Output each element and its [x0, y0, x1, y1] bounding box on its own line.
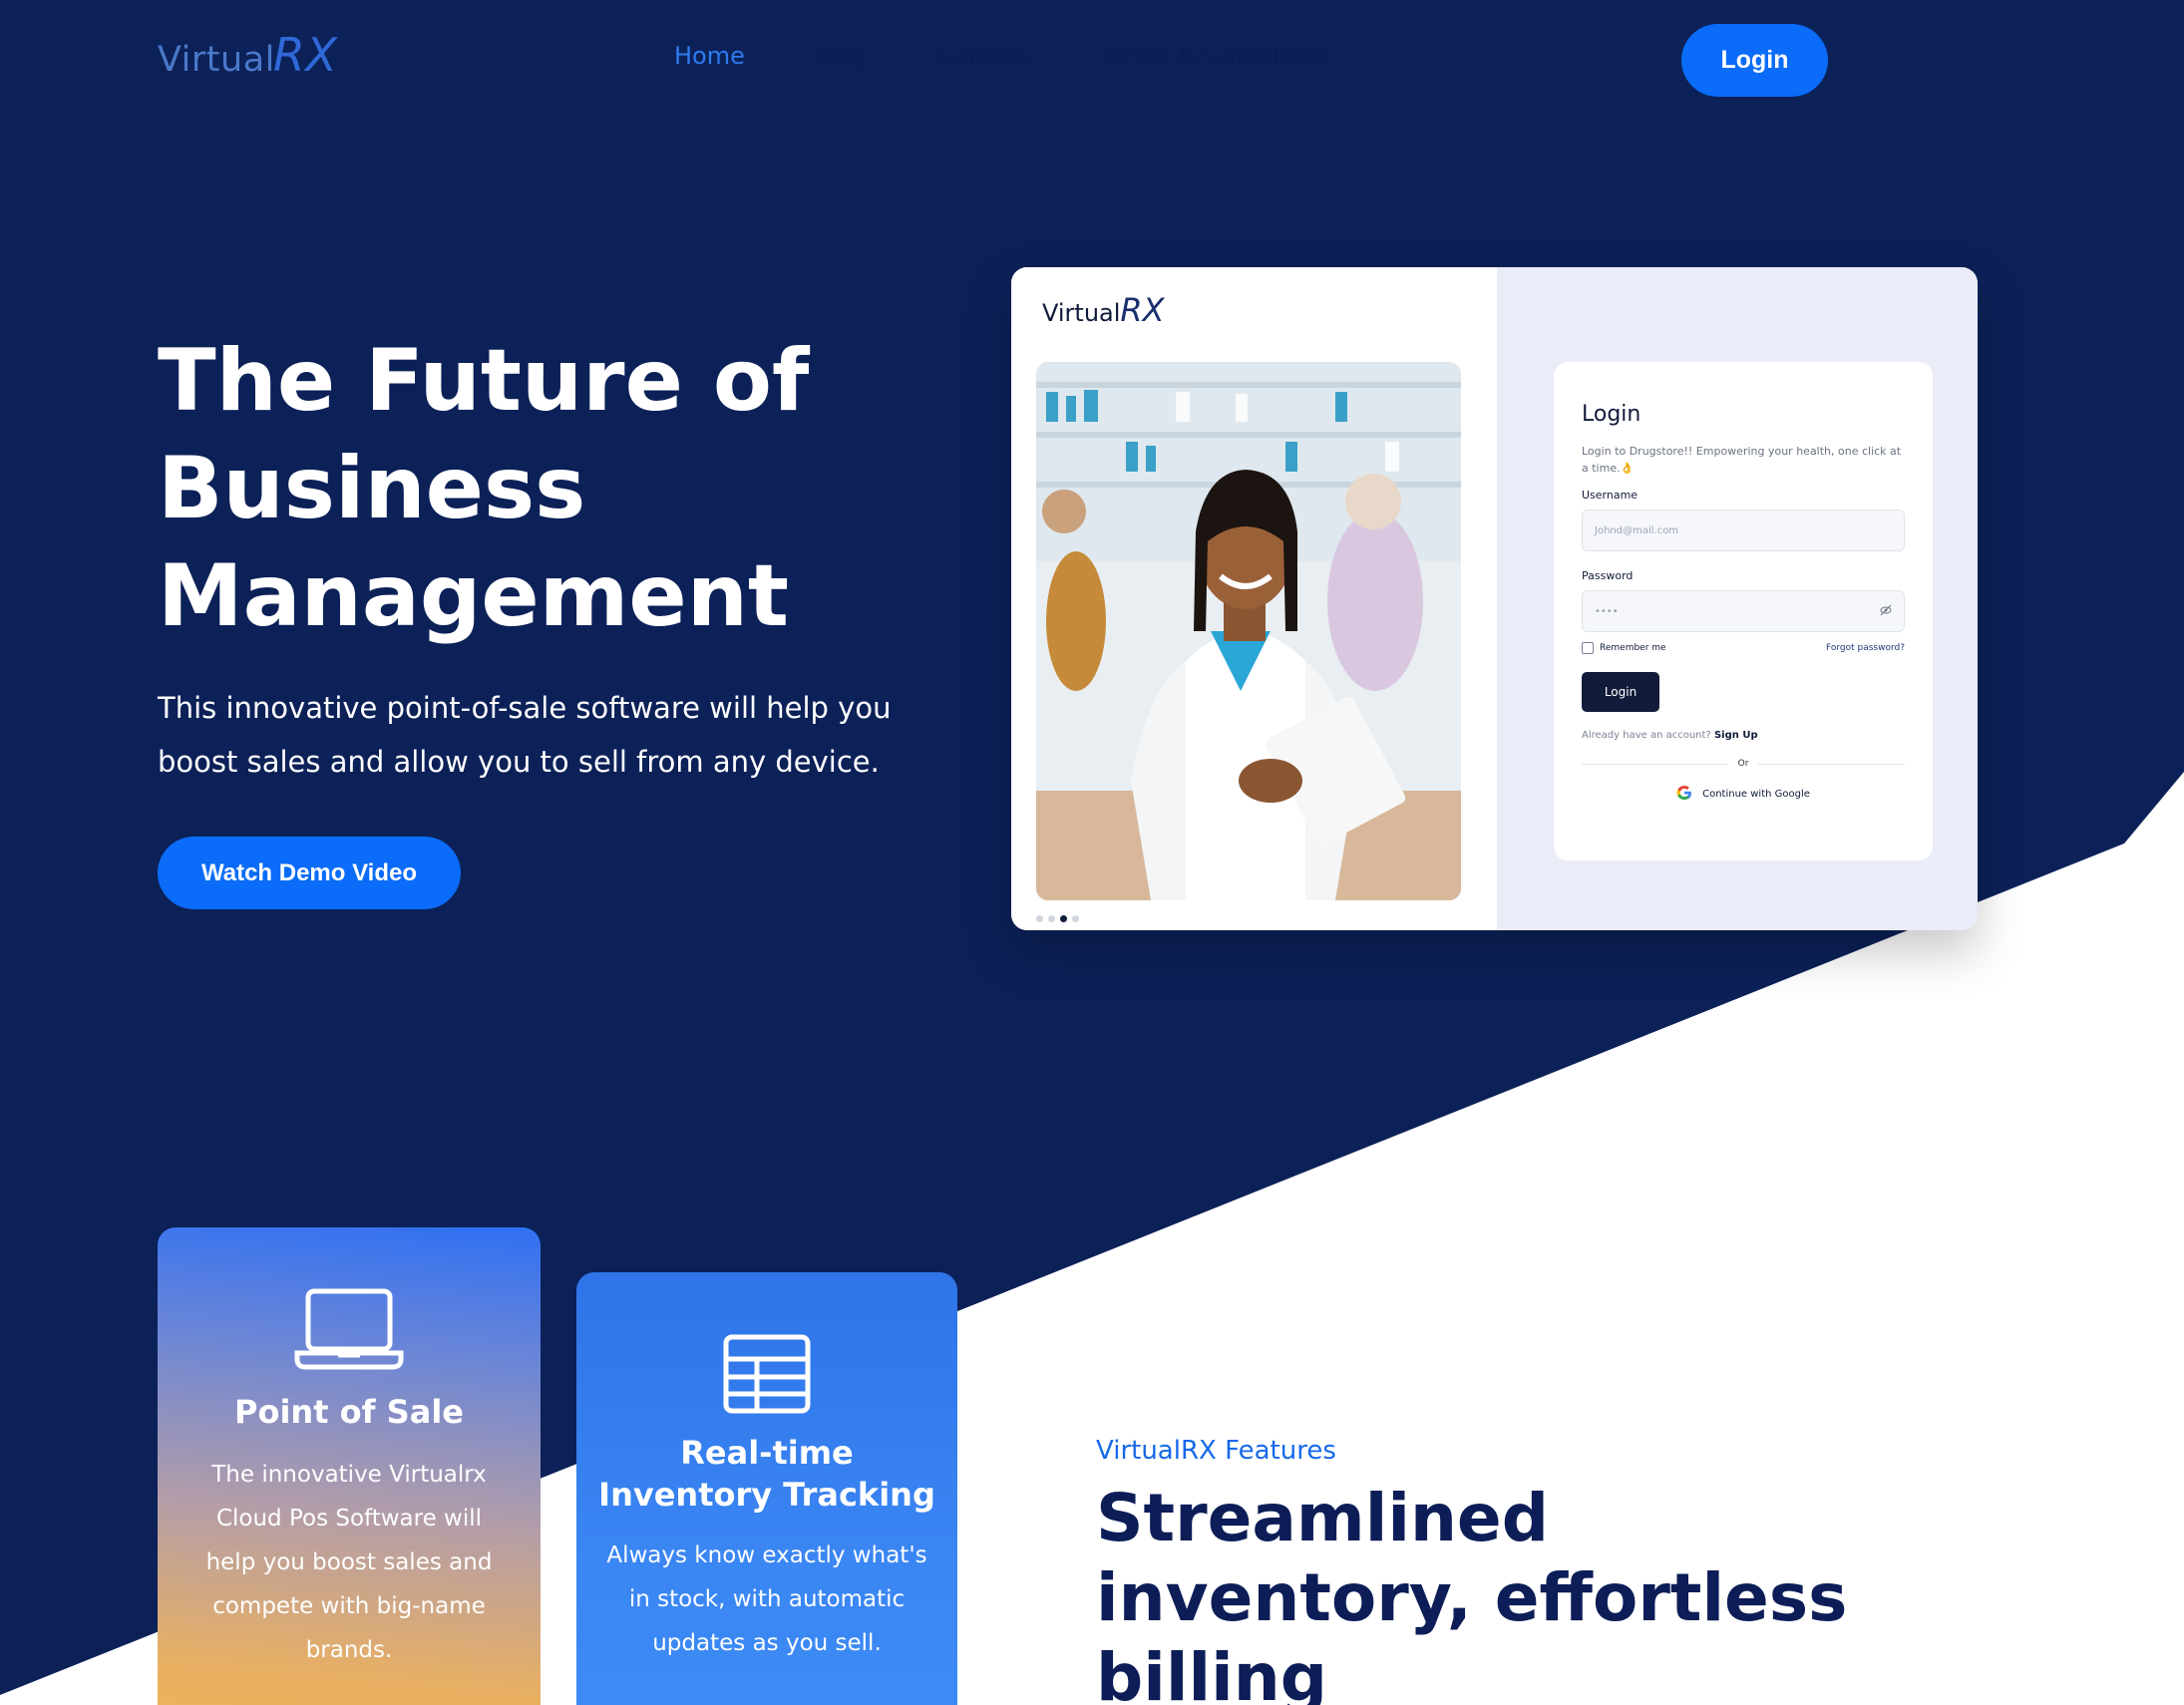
- eye-off-icon[interactable]: [1880, 604, 1892, 619]
- pharmacist-illustration: [1036, 362, 1461, 900]
- hero-title: The Future of Business Management: [158, 331, 810, 646]
- feature-card-inventory-tracking[interactable]: Real-time Inventory Tracking Always know…: [576, 1272, 957, 1705]
- remember-me-checkbox[interactable]: Remember me: [1582, 642, 1666, 654]
- nav-link-blog[interactable]: Blog: [815, 42, 868, 70]
- signup-link[interactable]: Sign Up: [1714, 730, 1758, 741]
- login-form-title: Login: [1582, 402, 1641, 427]
- or-divider: Or: [1582, 759, 1906, 769]
- login-button[interactable]: Login: [1681, 24, 1828, 97]
- watch-demo-button[interactable]: Watch Demo Video: [158, 837, 461, 909]
- google-login-button[interactable]: Continue with Google: [1582, 785, 1905, 804]
- signup-prompt: Already have an account? Sign Up: [1582, 730, 1758, 741]
- remember-row: Remember me Forgot password?: [1582, 642, 1905, 654]
- forgot-password-link[interactable]: Forgot password?: [1826, 643, 1905, 653]
- login-form-card: Login Login to Drugstore!! Empowering yo…: [1554, 362, 1933, 860]
- screenshot-right-panel: Login Login to Drugstore!! Empowering yo…: [1497, 267, 1978, 930]
- google-icon: [1676, 785, 1692, 804]
- login-form-description: Login to Drugstore!! Empowering your hea…: [1582, 445, 1902, 475]
- card-text: The innovative Virtualrx Cloud Pos Softw…: [205, 1462, 493, 1663]
- table-icon: [723, 1334, 811, 1414]
- feature-card-point-of-sale[interactable]: Point of Sale The innovative Virtualrx C…: [158, 1227, 541, 1705]
- card-title: Point of Sale: [234, 1393, 464, 1431]
- nav-link-home[interactable]: Home: [674, 42, 745, 70]
- carousel-dots[interactable]: [1036, 915, 1079, 922]
- password-field[interactable]: ••••: [1582, 590, 1905, 632]
- laptop-icon: [294, 1287, 404, 1373]
- login-form-button[interactable]: Login: [1582, 672, 1659, 712]
- features-title: Streamlined inventory, effortless billin…: [1096, 1480, 1848, 1705]
- username-label: Username: [1582, 489, 1638, 502]
- pharmacist-photo: [1036, 362, 1461, 900]
- product-screenshot: VirtualRX Login Login to Drugstore!! Emp…: [1011, 267, 1978, 930]
- site-logo[interactable]: VirtualRX: [158, 28, 337, 82]
- card-title: Real-time Inventory Tracking: [598, 1434, 935, 1514]
- nav-link-terms[interactable]: Terms & Conditions: [1100, 42, 1331, 70]
- card-text: Always know exactly what's in stock, wit…: [606, 1542, 927, 1656]
- screenshot-left-panel: VirtualRX: [1011, 267, 1497, 930]
- main-nav: Home Blog Careers Terms & Conditions: [674, 42, 1330, 70]
- username-field[interactable]: Johnd@mail.com: [1582, 510, 1905, 551]
- hero-subtitle: This innovative point-of-sale software w…: [158, 691, 892, 779]
- nav-link-careers[interactable]: Careers: [937, 42, 1030, 70]
- screenshot-logo: VirtualRX: [1042, 291, 1165, 329]
- password-label: Password: [1582, 569, 1634, 582]
- features-kicker: VirtualRX Features: [1096, 1436, 1336, 1466]
